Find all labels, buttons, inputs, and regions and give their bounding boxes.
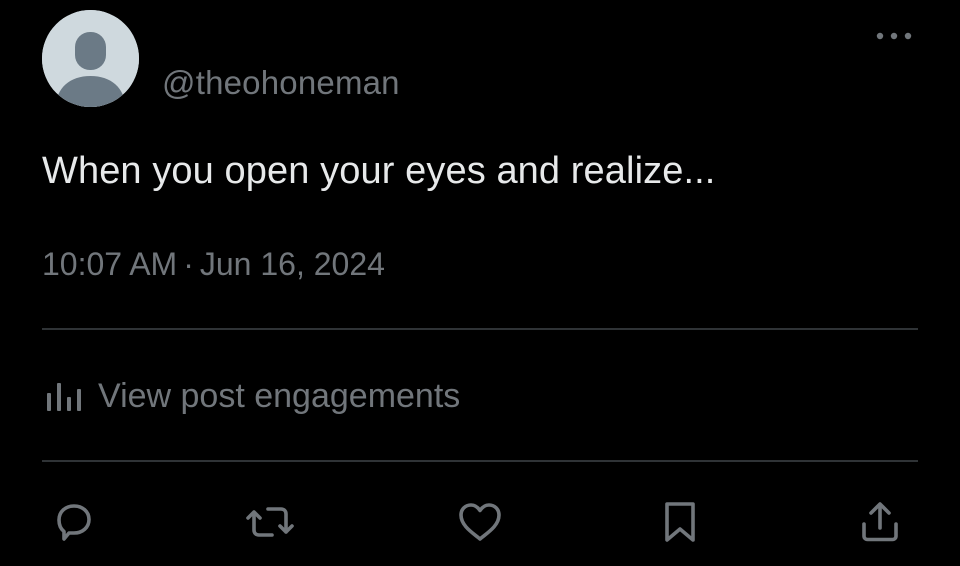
bookmark-icon	[665, 502, 695, 542]
engagements-label: View post engagements	[98, 376, 461, 415]
post-text: When you open your eyes and realize...	[42, 150, 716, 192]
more-options-button[interactable]	[872, 28, 916, 44]
divider-top	[42, 328, 918, 330]
heart-icon	[459, 503, 501, 541]
share-button[interactable]	[854, 496, 906, 548]
post: @theohoneman When you open your eyes and…	[0, 0, 960, 566]
like-button[interactable]	[454, 496, 506, 548]
user-handle[interactable]: @theohoneman	[162, 64, 400, 102]
bookmark-button[interactable]	[654, 496, 706, 548]
avatar[interactable]	[42, 10, 139, 107]
reply-button[interactable]	[48, 496, 100, 548]
repost-icon	[246, 507, 294, 537]
view-engagements-button[interactable]: View post engagements	[44, 374, 460, 418]
post-time: 10:07 AM	[42, 246, 178, 282]
share-icon	[862, 502, 898, 542]
more-dots-icon	[876, 32, 912, 40]
timestamp-separator: ·	[183, 246, 194, 282]
reply-icon	[57, 504, 91, 541]
post-date: Jun 16, 2024	[199, 246, 385, 282]
repost-button[interactable]	[244, 496, 296, 548]
divider-bottom	[42, 460, 918, 462]
post-timestamp[interactable]: 10:07 AM · Jun 16, 2024	[42, 246, 385, 283]
default-avatar-icon	[42, 10, 139, 107]
analytics-icon	[47, 383, 81, 411]
